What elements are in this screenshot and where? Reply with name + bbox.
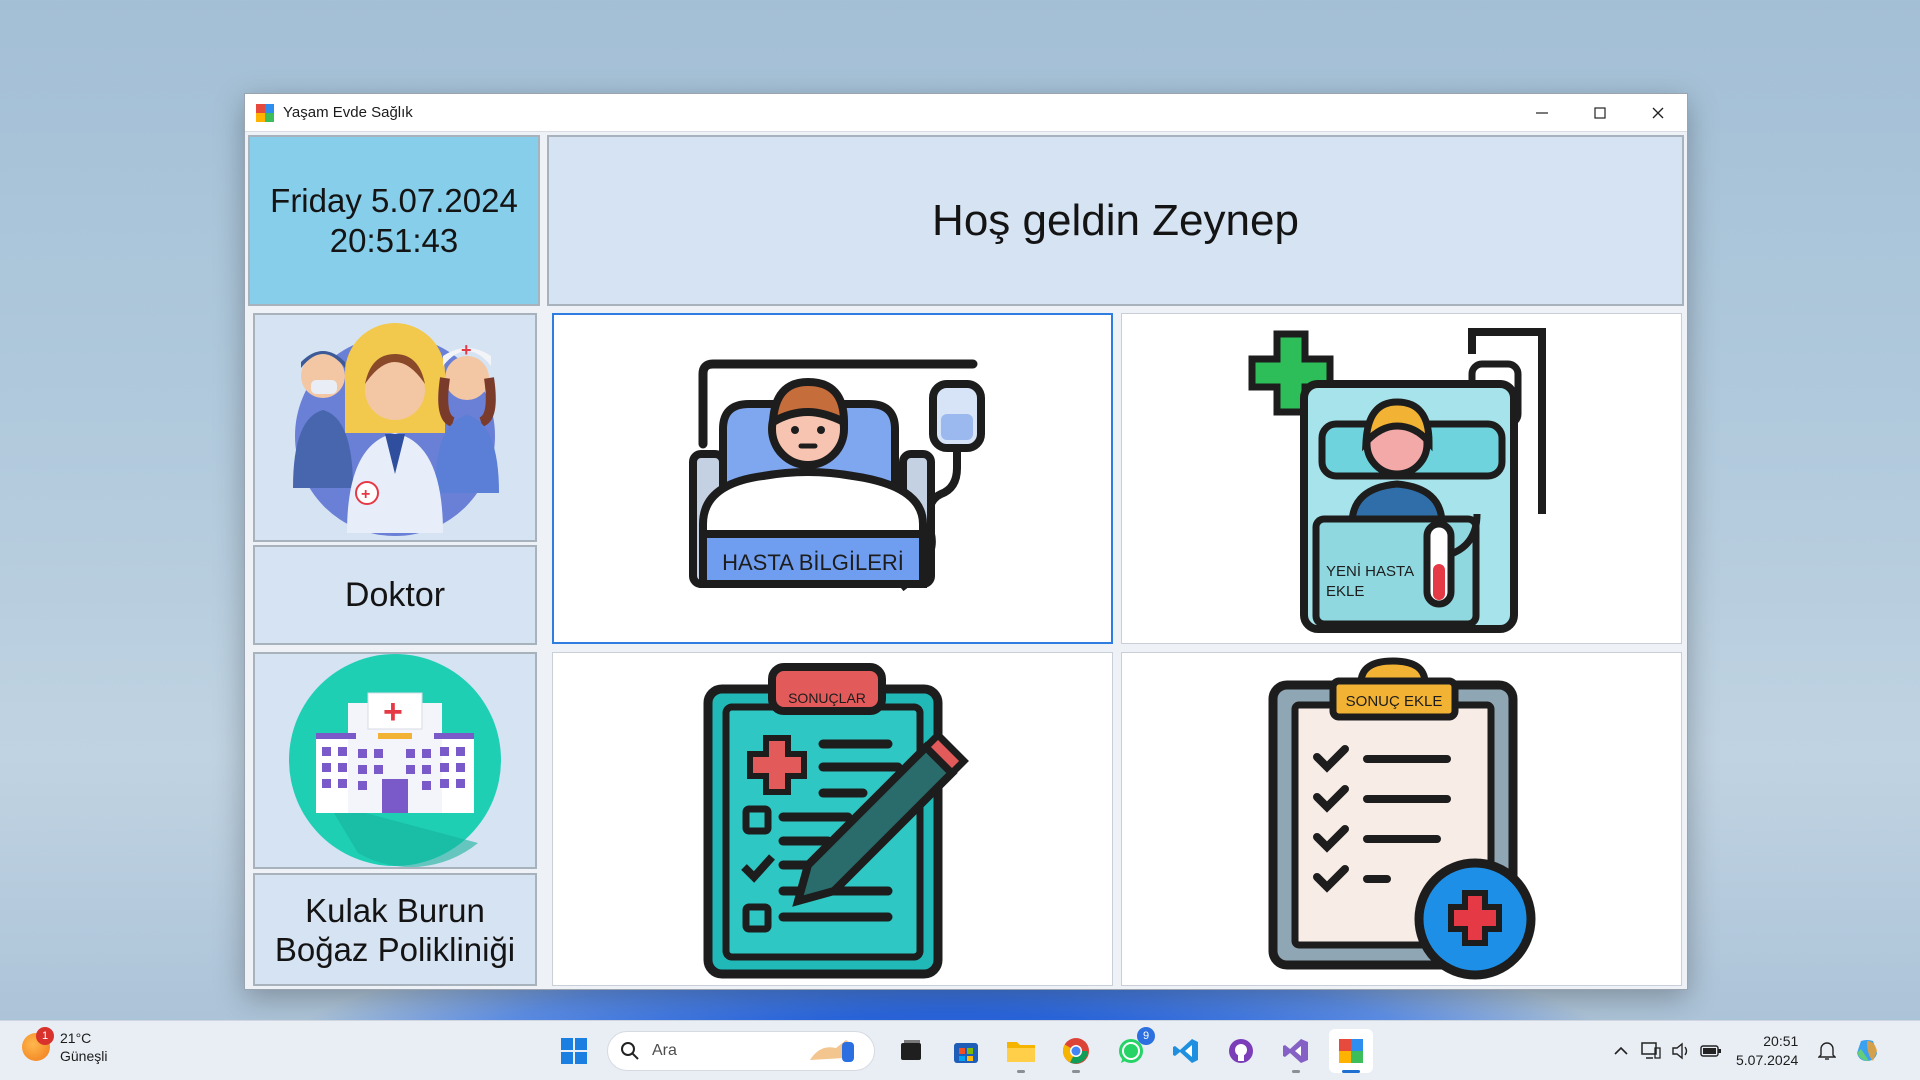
main-content: Friday 5.07.2024 20:51:43 Hoş geldin Zey… bbox=[245, 132, 1687, 989]
active-indicator bbox=[1342, 1070, 1360, 1073]
app-icon bbox=[256, 103, 274, 122]
close-button[interactable] bbox=[1629, 94, 1687, 132]
weather-badge: 1 bbox=[36, 1027, 54, 1045]
whatsapp-button[interactable]: 9 bbox=[1109, 1027, 1155, 1073]
maximize-button[interactable] bbox=[1571, 94, 1629, 132]
clinic-image-panel: + bbox=[253, 652, 537, 869]
welcome-label: Hoş geldin Zeynep bbox=[932, 195, 1299, 245]
clinic-label-line1: Kulak Burun bbox=[305, 891, 485, 929]
svg-text:+: + bbox=[461, 340, 472, 360]
search-placeholder: Ara bbox=[652, 1042, 677, 1059]
search-highlight-icon bbox=[810, 1040, 854, 1062]
copilot-icon bbox=[1857, 1040, 1878, 1061]
github-icon bbox=[1229, 1039, 1253, 1063]
system-tray: 20:51 5.07.2024 bbox=[1606, 1029, 1882, 1073]
new-patient-label-line1: YENİ HASTA bbox=[1326, 562, 1414, 580]
patient-info-label: HASTA BİLGİLERİ bbox=[722, 550, 904, 575]
chrome-button[interactable] bbox=[1054, 1029, 1098, 1073]
vscode-icon bbox=[1173, 1039, 1198, 1063]
folder-icon bbox=[1007, 1042, 1035, 1062]
visual-studio-button[interactable] bbox=[1274, 1029, 1318, 1073]
add-result-clipboard-icon: SONUÇ EKLE bbox=[1268, 656, 1535, 979]
notifications-button[interactable] bbox=[1812, 1036, 1842, 1066]
copilot-button[interactable] bbox=[1852, 1036, 1882, 1066]
role-panel: Doktor bbox=[253, 545, 537, 645]
notification-badge: 9 bbox=[1137, 1027, 1155, 1045]
running-indicator bbox=[1017, 1070, 1025, 1073]
running-indicator bbox=[1292, 1070, 1300, 1073]
date-label: Friday 5.07.2024 bbox=[270, 181, 518, 219]
doctor-avatar-panel: + + bbox=[253, 313, 537, 542]
results-clipboard-icon: SONUÇLAR bbox=[703, 663, 969, 979]
visual-studio-icon bbox=[1283, 1039, 1308, 1063]
add-patient-button[interactable]: YENİ HASTA EKLE bbox=[1121, 313, 1682, 644]
store-icon bbox=[954, 1043, 978, 1063]
results-button[interactable]: SONUÇLAR bbox=[552, 652, 1113, 986]
app-window: Yaşam Evde Sağlık Friday 5.07.2024 20:51… bbox=[244, 93, 1688, 990]
search-box[interactable]: Ara bbox=[607, 1031, 875, 1071]
battery-icon bbox=[1700, 1045, 1721, 1057]
task-view-icon bbox=[901, 1040, 921, 1060]
svg-text:+: + bbox=[361, 486, 370, 503]
network-icon bbox=[1641, 1042, 1661, 1059]
speaker-icon bbox=[1672, 1042, 1688, 1060]
datetime-panel: Friday 5.07.2024 20:51:43 bbox=[248, 135, 540, 306]
add-result-button[interactable]: SONUÇ EKLE bbox=[1121, 652, 1682, 986]
show-hidden-icons-button[interactable] bbox=[1606, 1036, 1636, 1066]
taskbar-clock[interactable]: 20:51 5.07.2024 bbox=[1736, 1032, 1798, 1070]
chrome-icon bbox=[1062, 1038, 1089, 1064]
time-label: 20:51:43 bbox=[329, 221, 459, 259]
minimize-button[interactable] bbox=[1513, 94, 1571, 132]
chevron-up-icon bbox=[1614, 1046, 1628, 1055]
role-label: Doktor bbox=[344, 575, 446, 614]
search-icon bbox=[621, 1042, 639, 1060]
github-desktop-button[interactable] bbox=[1219, 1029, 1263, 1073]
patient-info-button[interactable]: HASTA BİLGİLERİ bbox=[552, 313, 1113, 644]
taskbar-apps: Ara 9 bbox=[552, 1027, 1384, 1073]
yasam-app-button[interactable] bbox=[1329, 1029, 1373, 1073]
windows-logo-icon bbox=[561, 1038, 587, 1064]
window-title: Yaşam Evde Sağlık bbox=[283, 104, 413, 121]
start-button[interactable] bbox=[552, 1029, 596, 1073]
file-explorer-button[interactable] bbox=[999, 1029, 1043, 1073]
patient-bed-icon: HASTA BİLGİLERİ bbox=[688, 359, 985, 591]
hospital-icon: + bbox=[288, 654, 501, 868]
taskbar: 1 21°C Güneşli Ara 9 20:51 5.07.2024 bbox=[0, 1020, 1920, 1080]
clock-date: 5.07.2024 bbox=[1736, 1052, 1799, 1068]
svg-text:+: + bbox=[383, 693, 403, 731]
volume-button[interactable] bbox=[1666, 1036, 1696, 1066]
welcome-banner: Hoş geldin Zeynep bbox=[547, 135, 1684, 306]
clock-time: 20:51 bbox=[1763, 1033, 1799, 1049]
results-label: SONUÇLAR bbox=[788, 690, 866, 706]
add-patient-icon: YENİ HASTA EKLE bbox=[1248, 327, 1546, 633]
new-patient-label-line2: EKLE bbox=[1326, 583, 1364, 600]
add-result-label: SONUÇ EKLE bbox=[1345, 693, 1442, 710]
store-button[interactable] bbox=[944, 1029, 988, 1073]
weather-widget[interactable]: 1 21°C Güneşli bbox=[22, 1027, 108, 1065]
network-button[interactable] bbox=[1636, 1036, 1666, 1066]
clinic-panel: Kulak Burun Boğaz Polikliniği bbox=[253, 873, 537, 986]
battery-button[interactable] bbox=[1696, 1036, 1726, 1066]
sun-icon: 1 bbox=[22, 1027, 54, 1061]
medical-team-icon: + + bbox=[293, 322, 499, 536]
task-view-button[interactable] bbox=[889, 1029, 933, 1073]
bell-icon bbox=[1818, 1042, 1837, 1060]
vscode-button[interactable] bbox=[1164, 1029, 1208, 1073]
weather-label: Güneşli bbox=[60, 1048, 108, 1064]
app-taskbar-icon bbox=[1339, 1039, 1363, 1063]
clinic-label-line2: Boğaz Polikliniği bbox=[274, 930, 516, 968]
running-indicator bbox=[1072, 1070, 1080, 1073]
title-bar[interactable]: Yaşam Evde Sağlık bbox=[245, 94, 1687, 132]
temperature-label: 21°C bbox=[60, 1030, 92, 1046]
